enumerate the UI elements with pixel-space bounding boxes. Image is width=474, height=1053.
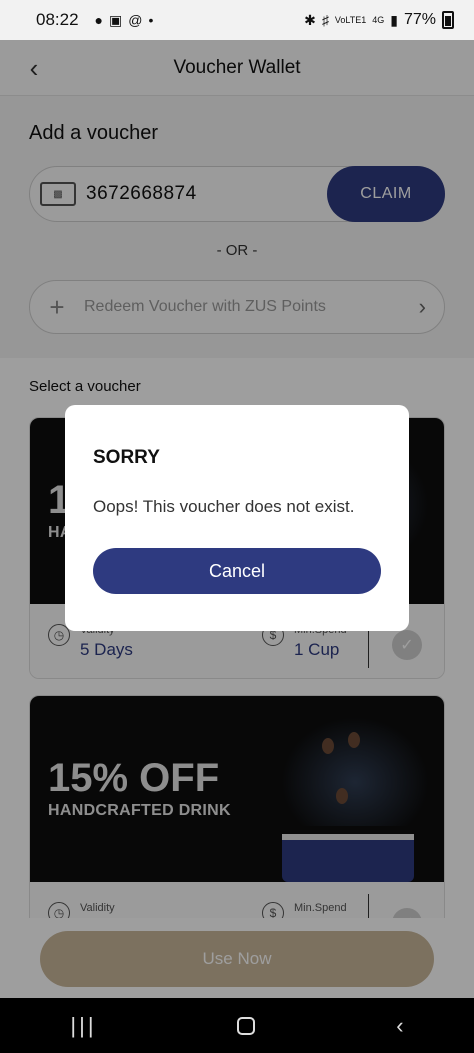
status-bar-right: ✱ ♯ VoLTE1 4G ▮ 77% xyxy=(304,11,454,29)
status-bar: 08:22 ● ▣ @ • ✱ ♯ VoLTE1 4G ▮ 77% xyxy=(0,0,474,40)
signal-icon: ▮ xyxy=(390,11,398,28)
cancel-button[interactable]: Cancel xyxy=(93,548,381,594)
recents-icon[interactable]: ||| xyxy=(70,1013,96,1039)
dialog-message: Oops! This voucher does not exist. xyxy=(93,497,355,516)
more-dot-icon: • xyxy=(148,12,154,28)
status-bar-left: 08:22 ● ▣ @ • xyxy=(36,10,153,30)
nav-back-icon[interactable]: ‹ xyxy=(396,1013,403,1039)
instagram-icon: ▣ xyxy=(109,11,123,28)
carrier-label: VoLTE1 xyxy=(334,15,367,25)
battery-icon xyxy=(442,11,454,29)
network-label: 4G xyxy=(372,15,385,25)
dialog-title: SORRY xyxy=(93,447,160,468)
system-nav-bar: ||| ‹ xyxy=(0,998,474,1053)
threads-icon: @ xyxy=(128,12,143,28)
error-dialog: SORRY Oops! This voucher does not exist.… xyxy=(65,405,409,631)
bluetooth-icon: ✱ xyxy=(304,11,316,28)
home-icon[interactable] xyxy=(237,1016,256,1035)
battery-percent: 77% xyxy=(403,11,436,28)
mute-icon: ♯ xyxy=(321,12,329,28)
location-icon: ● xyxy=(94,12,104,28)
status-time: 08:22 xyxy=(36,10,79,29)
